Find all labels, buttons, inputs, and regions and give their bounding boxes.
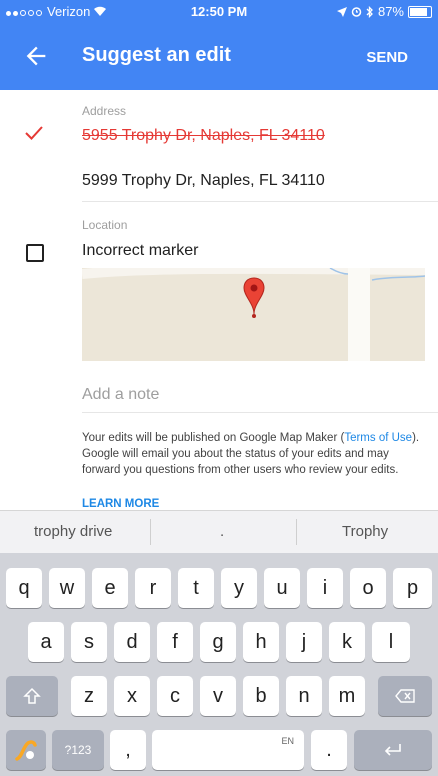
- keyboard-suggestion-bar: trophy drive . Trophy: [0, 510, 438, 553]
- key-p[interactable]: p: [393, 568, 432, 608]
- original-address: 5955 Trophy Dr, Naples, FL 34110: [82, 127, 325, 144]
- key-n[interactable]: n: [286, 676, 322, 716]
- key-t[interactable]: t: [178, 568, 214, 608]
- key-u[interactable]: u: [264, 568, 300, 608]
- key-x[interactable]: x: [114, 676, 150, 716]
- key-h[interactable]: h: [243, 622, 279, 662]
- app-bar: Suggest an edit SEND: [0, 22, 438, 90]
- key-s[interactable]: s: [71, 622, 107, 662]
- suggestion-item[interactable]: Trophy: [342, 523, 388, 540]
- key-o[interactable]: o: [350, 568, 386, 608]
- key-a[interactable]: a: [28, 622, 64, 662]
- suggestion-separator: [296, 519, 297, 545]
- learn-more-link[interactable]: LEARN MORE: [82, 498, 159, 510]
- shift-key[interactable]: [6, 676, 58, 716]
- key-b[interactable]: b: [243, 676, 279, 716]
- key-i[interactable]: i: [307, 568, 343, 608]
- key-f[interactable]: f: [157, 622, 193, 662]
- location-label: Location: [82, 218, 128, 232]
- location-arrow-icon: [336, 6, 347, 17]
- location-map[interactable]: [82, 268, 425, 361]
- period-key[interactable]: .: [311, 730, 347, 770]
- incorrect-marker-checkbox[interactable]: [26, 244, 44, 262]
- comma-key[interactable]: ,: [110, 730, 146, 770]
- space-key[interactable]: EN: [152, 730, 304, 770]
- key-w[interactable]: w: [49, 568, 85, 608]
- key-c[interactable]: c: [157, 676, 193, 716]
- suggestion-item[interactable]: .: [220, 523, 224, 540]
- key-y[interactable]: y: [221, 568, 257, 608]
- enter-key[interactable]: [354, 730, 432, 770]
- swype-icon: [15, 740, 37, 761]
- key-q[interactable]: q: [6, 568, 42, 608]
- key-v[interactable]: v: [200, 676, 236, 716]
- key-l[interactable]: l: [372, 622, 410, 662]
- terms-of-use-link[interactable]: Terms of Use: [344, 432, 412, 444]
- backspace-key[interactable]: [378, 676, 432, 716]
- key-j[interactable]: j: [286, 622, 322, 662]
- incorrect-marker-label[interactable]: Incorrect marker: [82, 242, 198, 260]
- page-title: Suggest an edit: [82, 44, 231, 66]
- key-m[interactable]: m: [329, 676, 365, 716]
- check-icon: [25, 126, 43, 140]
- key-k[interactable]: k: [329, 622, 365, 662]
- battery-percent: 87%: [377, 4, 404, 19]
- swype-key[interactable]: [6, 730, 46, 770]
- keyboard: q w e r t y u i o p a s d f g h j k l z …: [0, 553, 438, 776]
- address-input[interactable]: 5999 Trophy Dr, Naples, FL 34110: [82, 172, 325, 190]
- note-input[interactable]: Add a note: [82, 386, 159, 404]
- bluetooth-icon: [366, 5, 373, 18]
- symbols-key[interactable]: ?123: [52, 730, 104, 770]
- key-d[interactable]: d: [114, 622, 150, 662]
- shift-icon: [23, 687, 41, 704]
- suggestion-separator: [150, 519, 151, 545]
- send-button[interactable]: SEND: [366, 49, 408, 66]
- enter-icon: [384, 744, 401, 756]
- disclaimer-part1: Your edits will be published on Google M…: [82, 432, 345, 444]
- backspace-icon: [395, 689, 415, 703]
- map-pin-icon[interactable]: [242, 276, 266, 320]
- status-bar: Verizon 12:50 PM 87%: [0, 0, 438, 22]
- back-arrow-icon[interactable]: [22, 42, 50, 70]
- key-e[interactable]: e: [92, 568, 128, 608]
- address-divider: [82, 201, 438, 202]
- alarm-icon: [351, 7, 362, 17]
- address-label: Address: [82, 104, 127, 118]
- disclaimer-text: Your edits will be published on Google M…: [82, 430, 422, 478]
- key-r[interactable]: r: [135, 568, 171, 608]
- battery-icon: [408, 5, 432, 18]
- note-divider: [82, 412, 438, 413]
- key-g[interactable]: g: [200, 622, 236, 662]
- suggestion-item[interactable]: trophy drive: [34, 523, 112, 540]
- key-z[interactable]: z: [71, 676, 107, 716]
